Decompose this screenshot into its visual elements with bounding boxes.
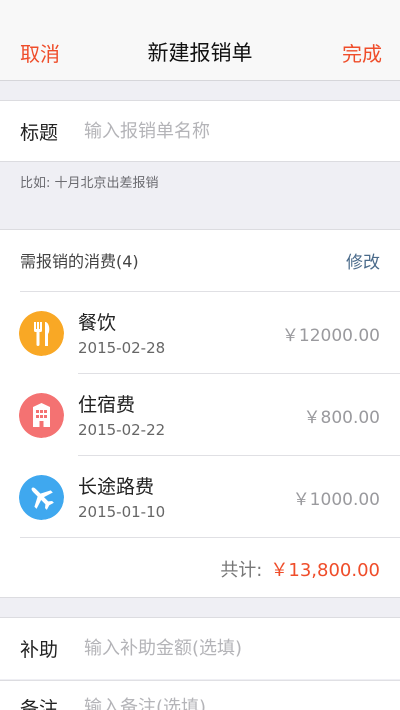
expense-amount: ￥12000.00 (281, 326, 380, 346)
expense-name: 长途路费 (78, 476, 155, 498)
note-label: 备注 (20, 698, 59, 710)
expense-item[interactable]: 餐饮 2015-02-28 ￥12000.00 (0, 292, 400, 374)
edit-expenses-button[interactable]: 修改 (346, 248, 380, 273)
expense-date: 2015-01-10 (78, 503, 166, 521)
expenses-card: 需报销的消费(4) 修改 餐饮 2015-02-28 ￥12000.00 住宿费… (0, 229, 400, 598)
fork-knife-icon (19, 311, 64, 356)
expense-date: 2015-02-22 (78, 421, 166, 439)
subsidy-input[interactable] (84, 630, 380, 666)
divider (20, 537, 400, 538)
title-label: 标题 (20, 122, 59, 144)
expense-amount: ￥1000.00 (292, 490, 380, 510)
expense-amount: ￥800.00 (303, 408, 380, 428)
expenses-header: 需报销的消费(4) (20, 252, 139, 271)
airplane-icon (19, 475, 64, 520)
title-row: 标题 (0, 100, 400, 162)
total-amount: ￥13,800.00 (270, 560, 380, 581)
note-row: 备注 (0, 680, 400, 710)
hotel-icon (19, 393, 64, 438)
title-input[interactable] (84, 113, 380, 149)
expense-item[interactable]: 长途路费 2015-01-10 ￥1000.00 (0, 456, 400, 538)
done-button[interactable]: 完成 (342, 38, 382, 67)
subsidy-row: 补助 (0, 617, 400, 679)
expense-date: 2015-02-28 (78, 339, 166, 357)
subsidy-label: 补助 (20, 639, 59, 661)
total-label: 共计: (220, 560, 263, 581)
expense-item[interactable]: 住宿费 2015-02-22 ￥800.00 (0, 374, 400, 456)
page-title: 新建报销单 (147, 41, 253, 65)
title-hint: 比如: 十月北京出差报销 (20, 176, 159, 191)
expense-name: 餐饮 (78, 312, 117, 334)
navigation-bar: 取消 新建报销单 完成 (0, 0, 400, 81)
expense-name: 住宿费 (78, 394, 136, 416)
divider (20, 680, 400, 681)
note-input[interactable] (84, 689, 380, 710)
total-row: 共计: ￥13,800.00 (220, 556, 380, 582)
